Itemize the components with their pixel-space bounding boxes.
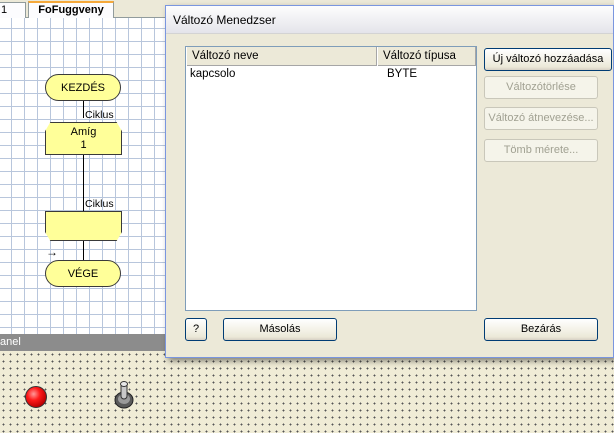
loop-head-line1: Amíg: [70, 125, 97, 138]
end-block[interactable]: VÉGE: [45, 260, 121, 287]
end-label: VÉGE: [67, 267, 99, 280]
array-size-button[interactable]: Tömb mérete...: [484, 139, 598, 162]
led-icon: [25, 386, 47, 408]
loop-end-block[interactable]: [45, 211, 122, 241]
connector-line: [83, 154, 84, 212]
variable-type-cell: BYTE: [387, 68, 418, 80]
entry-arrow-icon: →: [46, 245, 58, 259]
loop-bottom-tag: Ciklus: [85, 198, 114, 210]
loop-top-tag: Ciklus: [85, 109, 114, 121]
device-panel: [0, 351, 614, 433]
copy-button[interactable]: Másolás: [223, 318, 337, 341]
connector-line: [83, 240, 84, 262]
variable-manager-dialog: Változó Menedzser Változó neve Változó t…: [165, 5, 614, 358]
toggle-switch-icon[interactable]: [111, 380, 137, 410]
tab-fofuggveny[interactable]: FoFuggveny: [28, 1, 114, 19]
column-header-type[interactable]: Változó típusa: [377, 47, 476, 66]
column-header-name[interactable]: Változó neve: [186, 47, 377, 66]
start-label: KEZDÉS: [60, 81, 105, 94]
variable-list[interactable]: Változó neve Változó típusa kapcsolo BYT…: [185, 46, 477, 311]
tab-previous[interactable]: 1: [0, 2, 26, 18]
variable-list-header: Változó neve Változó típusa: [186, 47, 476, 66]
variable-name-cell: kapcsolo: [190, 68, 236, 80]
start-block[interactable]: KEZDÉS: [45, 74, 121, 101]
panel-title: anel: [0, 336, 21, 348]
add-variable-button[interactable]: Új változó hozzáadása: [484, 48, 612, 71]
loop-head-block[interactable]: Amíg 1: [45, 122, 122, 155]
connector-line: [83, 100, 84, 118]
close-button[interactable]: Bezárás: [484, 318, 598, 341]
help-button[interactable]: ?: [185, 318, 207, 341]
dialog-titlebar[interactable]: Változó Menedzser: [166, 6, 613, 34]
loop-head-line2: 1: [80, 138, 87, 151]
list-item[interactable]: kapcsolo BYTE: [186, 66, 476, 82]
delete-variable-button[interactable]: Változótörlése: [484, 76, 598, 99]
dialog-title: Változó Menedzser: [173, 13, 276, 27]
dialog-body: Változó neve Változó típusa kapcsolo BYT…: [166, 34, 613, 357]
rename-variable-button[interactable]: Változó átnevezése...: [484, 107, 598, 130]
